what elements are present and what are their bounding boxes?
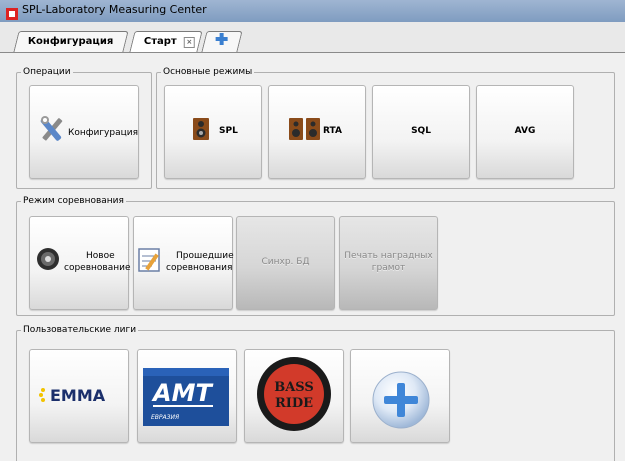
title-bar: SPL-Laboratory Measuring Center	[0, 0, 625, 23]
avg-button[interactable]: AVG	[476, 85, 574, 179]
amt-logo-subtext: ЕВРАЗИЯ	[151, 414, 179, 421]
past-competitions-line2: соревнования	[166, 263, 233, 273]
sync-db-button[interactable]: Синхр. БД	[236, 216, 335, 310]
sql-label: SQL	[411, 126, 431, 136]
rta-button[interactable]: RTA	[268, 85, 366, 179]
new-competition-line2: соревнование	[64, 263, 131, 273]
league-emma-button[interactable]: EMMA	[29, 349, 129, 443]
notepad-icon	[138, 247, 162, 273]
bass-ride-line2: RIDE	[275, 396, 313, 411]
avg-label: AVG	[514, 126, 536, 136]
tools-icon	[38, 114, 66, 144]
disc-icon	[36, 247, 60, 271]
modes-legend: Основные режимы	[163, 67, 253, 77]
app-window: SPL-Laboratory Measuring Center Конфигур…	[0, 0, 625, 461]
close-box-icon[interactable]: ×	[183, 37, 195, 48]
leagues-legend: Пользовательские лиги	[23, 325, 137, 335]
new-competition-button[interactable]: Новое соревнование	[29, 216, 131, 310]
speaker-icon	[193, 118, 209, 140]
window-title: SPL-Laboratory Measuring Center	[22, 3, 207, 16]
tab-configuration[interactable]: Конфигурация	[13, 31, 129, 52]
app-icon	[6, 5, 18, 20]
start-page: Операции Конфигурация Основные режимы SP…	[0, 53, 625, 461]
past-competitions-button[interactable]: Прошедшие соревнования	[133, 216, 234, 310]
new-competition-line1: Новое	[86, 251, 115, 261]
spl-button[interactable]: SPL	[164, 85, 262, 179]
bass-ride-logo: BASS RIDE	[255, 355, 333, 433]
configuration-button[interactable]: Конфигурация	[29, 85, 139, 179]
tab-label: Конфигурация	[28, 36, 114, 47]
spl-label: SPL	[219, 126, 238, 136]
add-league-icon	[371, 370, 431, 430]
emma-logo-text: EMMA	[50, 386, 106, 405]
print-awards-line1: Печать наградных	[344, 251, 433, 261]
configuration-label: Конфигурация	[68, 128, 138, 138]
sync-db-label: Синхр. БД	[261, 257, 310, 267]
past-competitions-line1: Прошедшие	[176, 251, 234, 261]
print-awards-button[interactable]: Печать наградных грамот	[339, 216, 438, 310]
sql-button[interactable]: SQL	[372, 85, 470, 179]
rta-label: RTA	[323, 126, 342, 136]
operations-legend: Операции	[23, 67, 71, 77]
speaker-pair-icon	[289, 118, 321, 140]
add-league-button[interactable]	[350, 349, 450, 443]
tab-add[interactable]	[201, 31, 243, 54]
amt-logo: AMT ЕВРАЗИЯ	[143, 368, 229, 426]
tab-start[interactable]: Старт ×	[129, 31, 203, 52]
emma-logo: EMMA	[38, 384, 120, 406]
tab-strip: Конфигурация Старт ×	[0, 22, 625, 53]
league-bass-ride-button[interactable]: BASS RIDE	[244, 349, 344, 443]
competition-legend: Режим соревнования	[23, 196, 124, 206]
bass-ride-line1: BASS	[274, 380, 314, 395]
plus-tab-icon	[215, 32, 229, 54]
league-amt-button[interactable]: AMT ЕВРАЗИЯ	[137, 349, 237, 443]
print-awards-line2: грамот	[371, 263, 406, 273]
amt-logo-text: AMT	[151, 379, 213, 407]
tab-label: Старт	[143, 36, 177, 47]
